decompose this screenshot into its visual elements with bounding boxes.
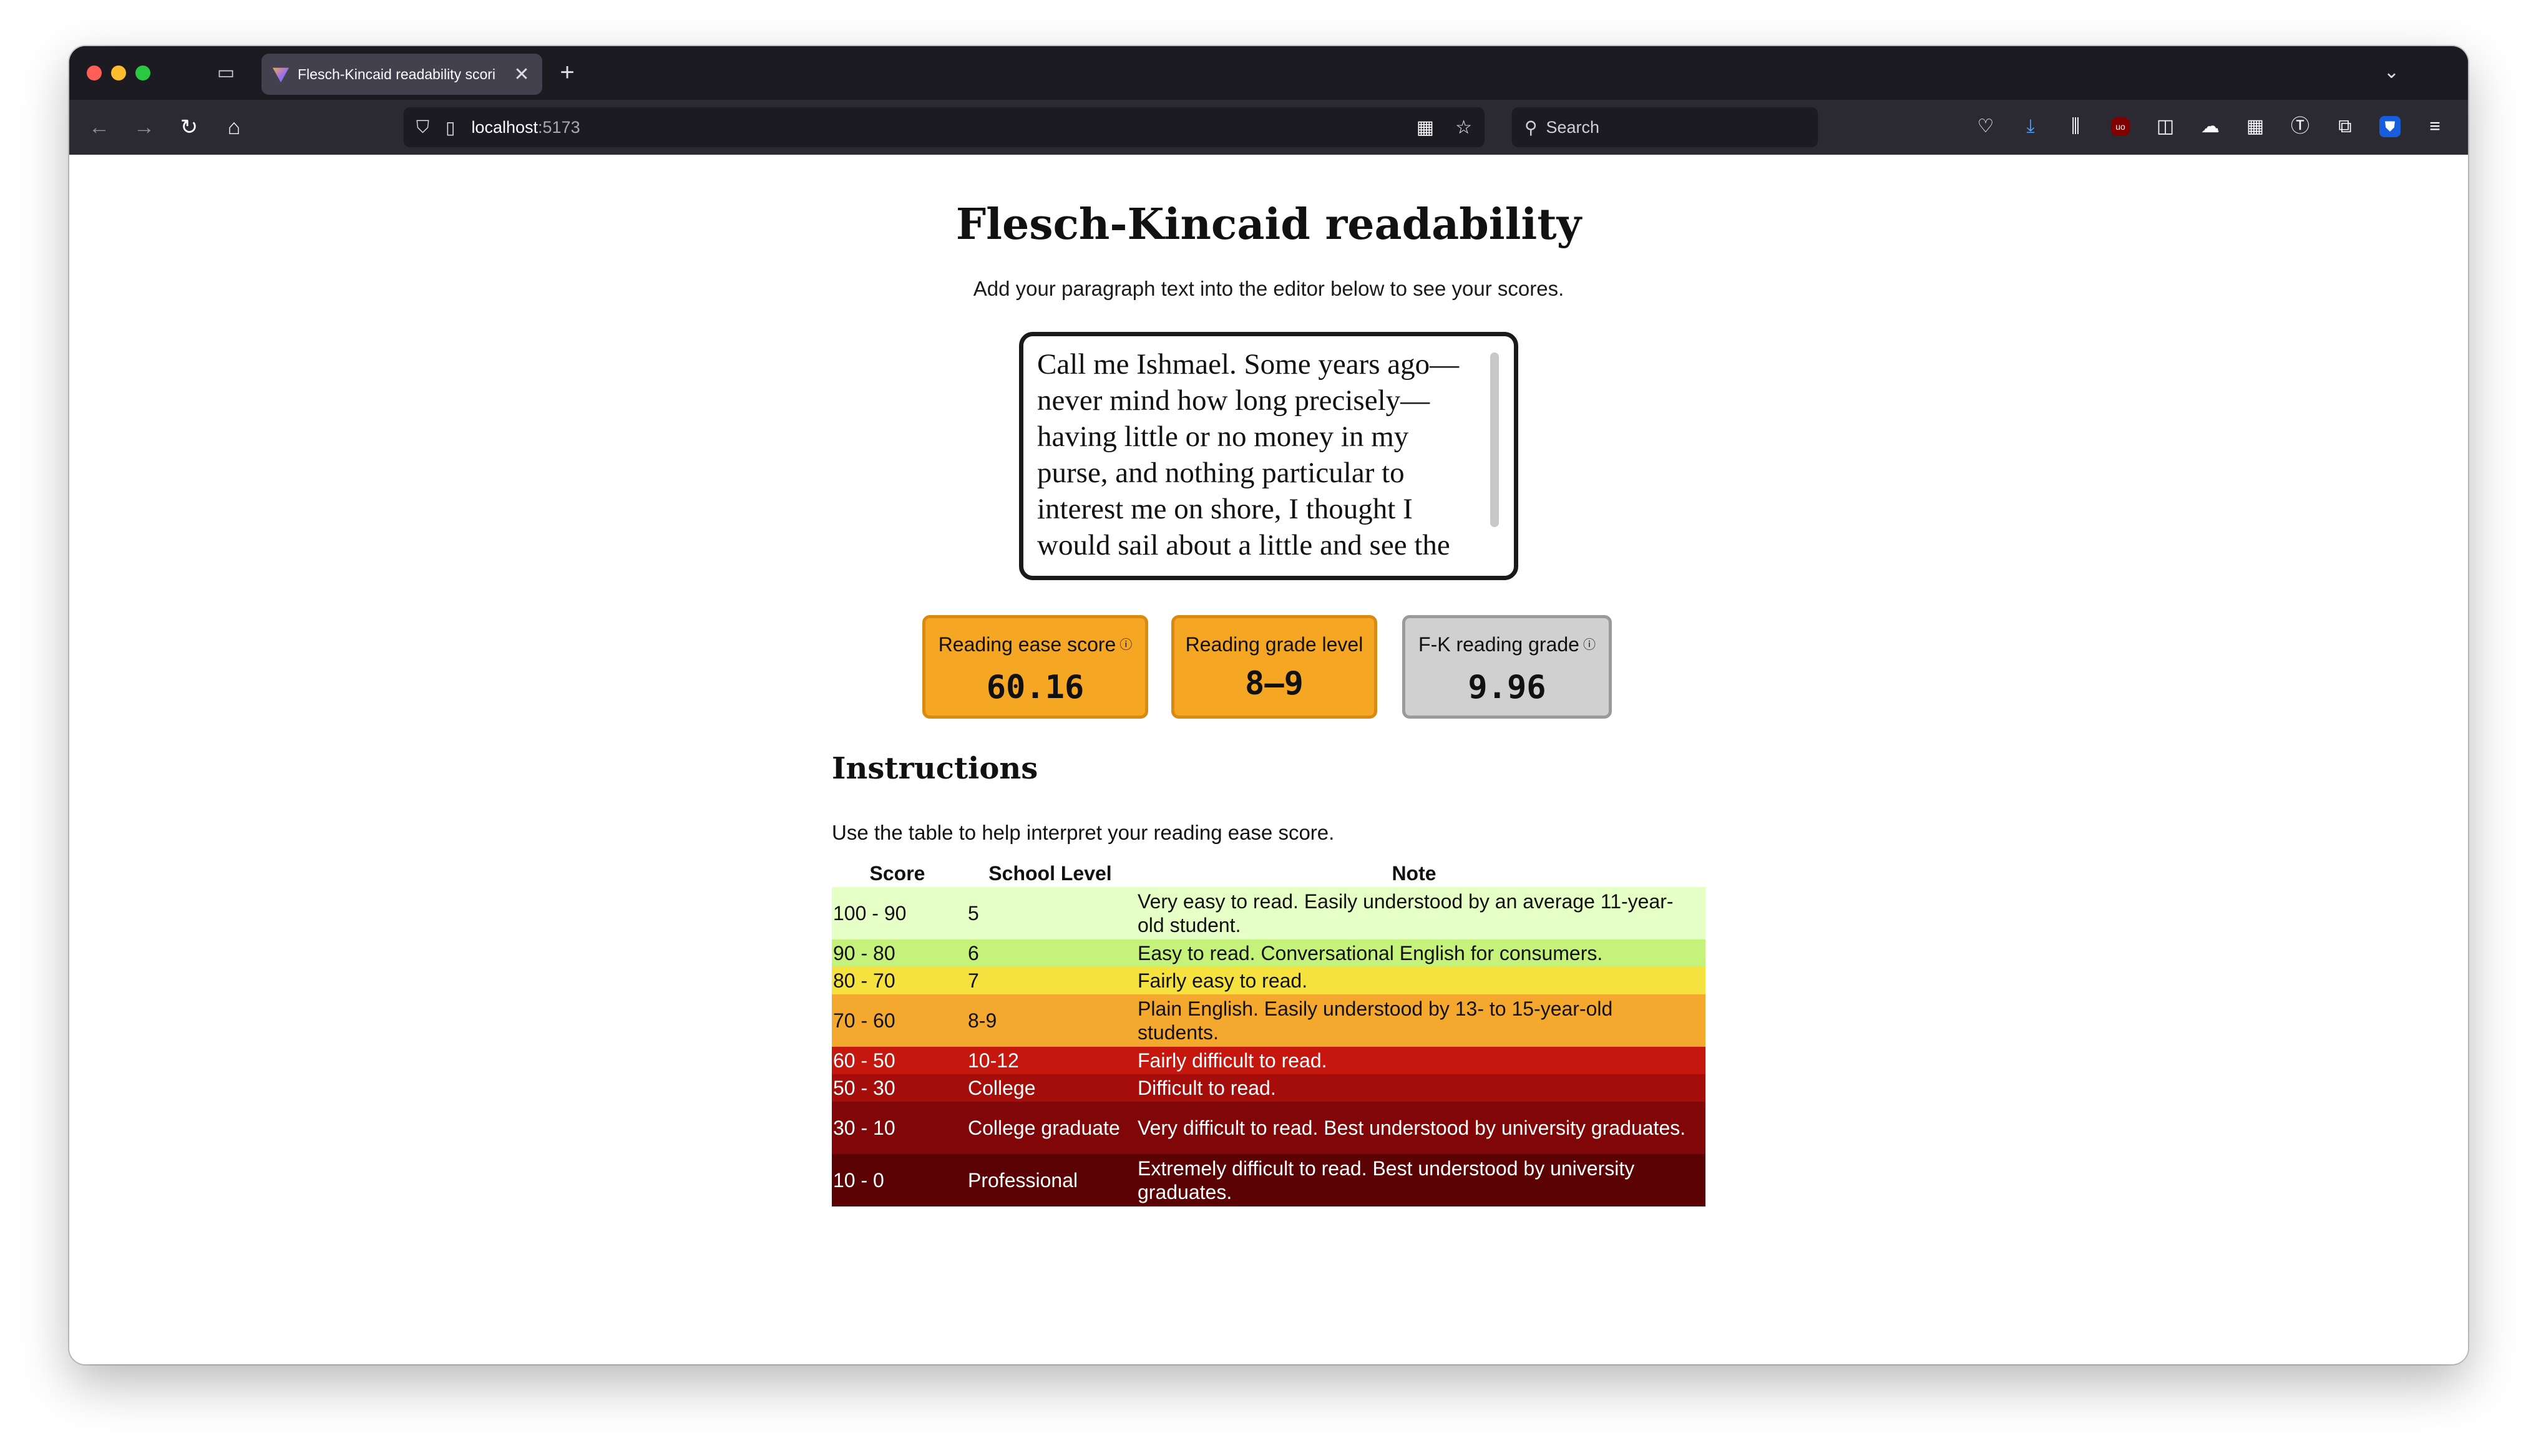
browser-chrome: ▭ Flesch-Kincaid readability scori ✕ + ⌄… [69,46,2468,155]
row-note: Fairly difficult to read. [1138,1049,1327,1072]
star-icon[interactable]: ☆ [1455,117,1472,138]
apps-icon[interactable]: ▦ [2242,114,2268,140]
fk-grade-card: F-K reading grade ⓘ 9.96 [1402,615,1612,719]
extension-icon[interactable]: ☁ [2197,114,2223,140]
info-icon[interactable]: ⓘ [1583,638,1596,652]
header-score: Score [869,861,925,885]
reading-ease-label: Reading ease score [938,633,1116,656]
library-icon[interactable]: ⫼ [2062,114,2089,140]
browser-window: ▭ Flesch-Kincaid readability scori ✕ + ⌄… [69,46,2468,1364]
tab-title: Flesch-Kincaid readability scori [298,66,496,82]
row-level: 6 [968,941,979,964]
row-level: 10-12 [968,1049,1019,1072]
reading-grade-card: Reading grade level 8–9 [1171,615,1377,719]
table-header: Score School Level Note [832,860,1705,887]
reading-ease-label-row: Reading ease score ⓘ [925,633,1145,656]
info-icon[interactable]: ⓘ [1119,638,1132,652]
page-icon: ▯ [446,117,456,137]
pocket-icon[interactable]: ♡ [1973,114,1999,140]
row-level: College [968,1076,1036,1099]
row-level: College graduate [968,1116,1120,1139]
close-window-button[interactable] [87,66,102,80]
row-note: Fairly easy to read. [1138,969,1308,992]
search-input[interactable]: ⚲ Search [1512,107,1818,147]
url-host: localhost [471,117,539,137]
instructions-text: Use the table to help interpret your rea… [832,821,1335,844]
tab-list-icon[interactable]: ⌄ [2384,61,2399,83]
row-score: 70 - 60 [833,1009,895,1032]
row-score: 80 - 70 [833,969,895,992]
paragraph-editor[interactable]: Call me Ishmael. Some years ago—never mi… [1019,332,1518,580]
sidebar-icon[interactable]: ◫ [2152,114,2178,140]
minimize-window-button[interactable] [111,66,126,80]
row-level: Professional [968,1168,1078,1191]
row-note: Very difficult to read. Best understood … [1138,1117,1686,1139]
search-placeholder: Search [1546,117,1600,137]
row-note: Very easy to read. Easily understood by … [1138,890,1674,936]
score-table: Score School Level Note 100 - 90 5 Very … [832,860,1705,1206]
vite-favicon-icon [273,67,289,82]
grid-icon[interactable]: ▦ [1417,117,1434,138]
table-row: 90 - 80 6 Easy to read. Conversational E… [832,939,1705,967]
home-icon[interactable]: ⌂ [220,114,248,141]
maximize-window-button[interactable] [135,66,150,80]
fk-grade-label: F-K reading grade [1418,633,1579,656]
tab-close-icon[interactable]: ✕ [512,64,531,85]
back-icon[interactable]: ← [85,114,113,141]
row-note: Extremely difficult to read. Best unders… [1138,1157,1635,1203]
reading-grade-value: 8–9 [1245,665,1304,702]
url-bar[interactable]: ⛉ ▯ localhost:5173 ▦ ☆ [404,107,1485,147]
row-score: 60 - 50 [833,1049,895,1072]
reading-ease-card: Reading ease score ⓘ 60.16 [922,615,1148,719]
row-score: 100 - 90 [833,901,907,925]
table-row: 30 - 10 College graduate Very difficult … [832,1102,1705,1154]
row-score: 10 - 0 [833,1168,884,1191]
row-score: 50 - 30 [833,1076,895,1099]
ublock-icon[interactable]: uo [2111,117,2130,136]
row-score: 30 - 10 [833,1116,895,1139]
t-icon[interactable]: Ⓣ [2287,114,2313,140]
download-icon[interactable]: ⤓ [2017,114,2044,140]
header-note: Note [1392,862,1436,885]
toolbar-icons: ♡ ⤓ ⫼ uo ◫ ☁ ▦ Ⓣ ⧉ ⛊ ≡ [1973,114,2448,140]
archive-icon[interactable]: ▭ [214,62,238,84]
table-row: 60 - 50 10-12 Fairly difficult to read. [832,1047,1705,1074]
nav-bar: ← → ↻ ⌂ ⛉ ▯ localhost:5173 ▦ ☆ ⚲ Search … [69,100,2468,155]
table-row: 70 - 60 8-9 Plain English. Easily unders… [832,994,1705,1047]
row-note: Plain English. Easily understood by 13- … [1138,997,1613,1044]
fk-grade-label-row: F-K reading grade ⓘ [1405,633,1609,656]
puzzle-icon[interactable]: ⧉ [2332,114,2358,140]
reload-icon[interactable]: ↻ [175,114,203,141]
page-content: Flesch-Kincaid readability Add your para… [69,155,2468,1364]
new-tab-button[interactable]: + [553,59,582,87]
fk-grade-value: 9.96 [1468,669,1546,706]
shield-icon[interactable]: ⛉ [416,117,429,138]
row-level: 5 [968,901,979,925]
menu-icon[interactable]: ≡ [2422,114,2448,140]
reading-ease-value: 60.16 [986,669,1085,706]
row-note: Easy to read. Conversational English for… [1138,942,1603,964]
row-note: Difficult to read. [1138,1077,1276,1099]
table-row: 100 - 90 5 Very easy to read. Easily und… [832,887,1705,939]
forward-icon[interactable]: → [130,114,158,141]
editor-text[interactable]: Call me Ishmael. Some years ago—never mi… [1037,348,1459,561]
tab-bar: ▭ Flesch-Kincaid readability scori ✕ + ⌄ [69,46,2468,100]
editor-scrollbar[interactable] [1490,352,1499,527]
search-icon: ⚲ [1524,117,1538,137]
page-title: Flesch-Kincaid readability [955,200,1582,250]
table-body: 100 - 90 5 Very easy to read. Easily und… [832,887,1705,1206]
reading-grade-label: Reading grade level [1185,633,1363,656]
row-level: 7 [968,969,979,992]
instructions-heading: Instructions [832,751,1038,786]
row-level: 8-9 [968,1009,997,1032]
header-school-level: School Level [988,861,1112,885]
tab-active[interactable]: Flesch-Kincaid readability scori ✕ [261,54,542,95]
table-row: 10 - 0 Professional Extremely difficult … [832,1154,1705,1206]
url-port: :5173 [538,117,580,137]
table-row: 80 - 70 7 Fairly easy to read. [832,967,1705,994]
table-row: 50 - 30 College Difficult to read. [832,1074,1705,1102]
row-score: 90 - 80 [833,941,895,964]
bitwarden-icon[interactable]: ⛊ [2379,116,2401,137]
page-subtitle: Add your paragraph text into the editor … [973,277,1564,300]
